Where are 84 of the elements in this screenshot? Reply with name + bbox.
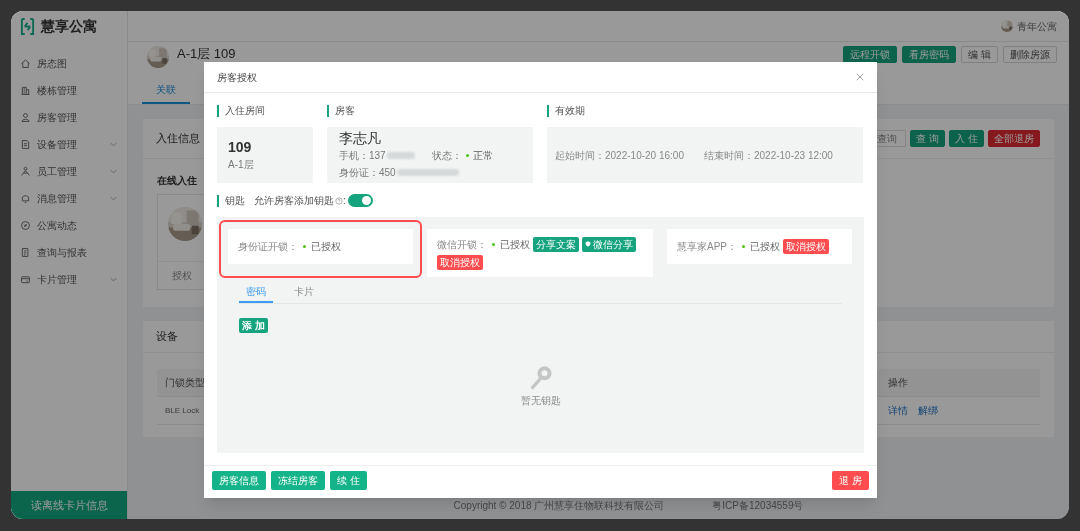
table-link[interactable]: 详情 (888, 403, 908, 418)
auth-status: 已授权 (750, 240, 780, 254)
auth-action-button[interactable]: 取消授权 (437, 254, 483, 270)
sidebar-item[interactable]: 楼栋管理 (11, 77, 127, 104)
auth-status: 已授权 (311, 240, 341, 254)
section-heading: 入住房间 (217, 105, 313, 117)
tab[interactable]: 卡片 (287, 284, 321, 303)
user-icon (20, 112, 31, 123)
document-icon (20, 139, 31, 150)
section-heading: 房客 (327, 105, 533, 117)
sidebar-item[interactable]: 消息管理 (11, 185, 127, 212)
offline-card-button[interactable]: 读离线卡片信息 (11, 491, 127, 519)
room-action-button[interactable]: 删除房源 (1003, 46, 1057, 63)
icp-text: 粤ICP备12034559号 (712, 499, 804, 513)
sidebar-item[interactable]: 员工管理 (11, 158, 127, 185)
shield-icon (585, 241, 591, 247)
column-header: 操作 (888, 376, 908, 390)
room-action-button[interactable]: 编 辑 (961, 46, 998, 63)
logo-text: 慧享公寓 (41, 17, 97, 36)
dialog-footer-button[interactable]: 冻结房客 (271, 470, 325, 490)
compass-icon (20, 220, 31, 231)
sidebar-item[interactable]: 卡片管理 (11, 266, 127, 293)
close-icon (856, 73, 864, 81)
tab[interactable]: 密码 (239, 284, 273, 303)
auth-action-button[interactable]: 取消授权 (783, 239, 829, 254)
auth-method-label: 微信开锁： (437, 237, 487, 252)
colon-text: : (343, 194, 346, 208)
card-title: 入住信息 (156, 131, 200, 147)
user-name: 青年公寓 (1017, 19, 1057, 34)
toggle-switch[interactable] (347, 194, 373, 207)
authorize-link[interactable]: 授权 (172, 268, 192, 283)
sidebar-item[interactable]: 查询与报表 (11, 239, 127, 266)
checkin-action-button[interactable]: 查 询 (910, 130, 946, 147)
id-value: 450 (379, 166, 396, 180)
sidebar-item[interactable]: 房态图 (11, 50, 127, 77)
sidebar-item[interactable]: 房客管理 (11, 104, 127, 131)
room-action-button[interactable]: 远程开锁 (843, 46, 898, 63)
status-label: 状态： (432, 149, 462, 163)
auth-action-button[interactable]: 分享文案 (533, 236, 579, 252)
home-icon (20, 58, 31, 69)
phone-value: 137 (369, 149, 386, 163)
auth-action-button[interactable]: 微信分享 (582, 236, 636, 252)
allow-keys-label: 允许房客添加钥匙 (254, 194, 334, 208)
logo-icon (20, 18, 35, 35)
sidebar-item[interactable]: 公寓动态 (11, 212, 127, 239)
phone-label: 手机： (339, 149, 369, 163)
table-cell: BLE Lock (165, 404, 200, 417)
building-icon (20, 85, 31, 96)
auth-method-label: 身份证开锁： (238, 240, 298, 254)
dialog-title: 房客授权 (217, 70, 257, 85)
table-link[interactable]: 解绑 (918, 403, 938, 418)
start-time: 2022-10-20 16:00 (605, 148, 684, 163)
card-title: 设备 (156, 329, 178, 345)
end-label: 结束时间： (703, 148, 754, 163)
dialog-footer-button[interactable]: 续 住 (330, 470, 367, 490)
column-header: 门锁类型 (165, 376, 205, 390)
people-icon (20, 166, 31, 177)
bell-icon (20, 193, 31, 204)
section-heading: 有效期 (547, 105, 863, 117)
copyright-text: Copyright © 2018 广州慧享住物联科技有限公司 (453, 499, 665, 513)
auth-method-label: 慧享家APP： (677, 240, 737, 254)
card-icon (20, 274, 31, 285)
room-floor: A-1层 (228, 157, 255, 172)
start-label: 起始时间： (555, 148, 605, 163)
sidebar-item[interactable]: 设备管理 (11, 131, 127, 158)
room-action-button[interactable]: 看房密码 (902, 46, 957, 63)
room-title: A-1层 109 (177, 47, 236, 61)
checkin-action-button[interactable]: 入 住 (949, 130, 984, 147)
tenant-name: 李志凡 (339, 130, 382, 146)
add-button[interactable]: 添 加 (239, 318, 268, 333)
dialog-footer-button[interactable]: 房客信息 (212, 470, 266, 490)
section-heading: 钥匙 (217, 194, 245, 207)
section-label: 在线入住 (157, 174, 197, 188)
auth-status: 已授权 (500, 237, 530, 252)
status-value: 正常 (473, 149, 493, 163)
dialog-footer-button[interactable]: 退 房 (832, 470, 869, 490)
checkin-action-button[interactable]: 全部退房 (988, 130, 1040, 147)
tab[interactable]: 关联 (142, 82, 190, 104)
room-number: 109 (228, 138, 253, 155)
empty-text: 暂无钥匙 (520, 393, 561, 408)
end-time: 2022-10-23 12:00 (753, 148, 833, 163)
help-icon (335, 196, 343, 205)
report-icon (20, 247, 31, 258)
id-label: 身份证： (339, 166, 379, 180)
